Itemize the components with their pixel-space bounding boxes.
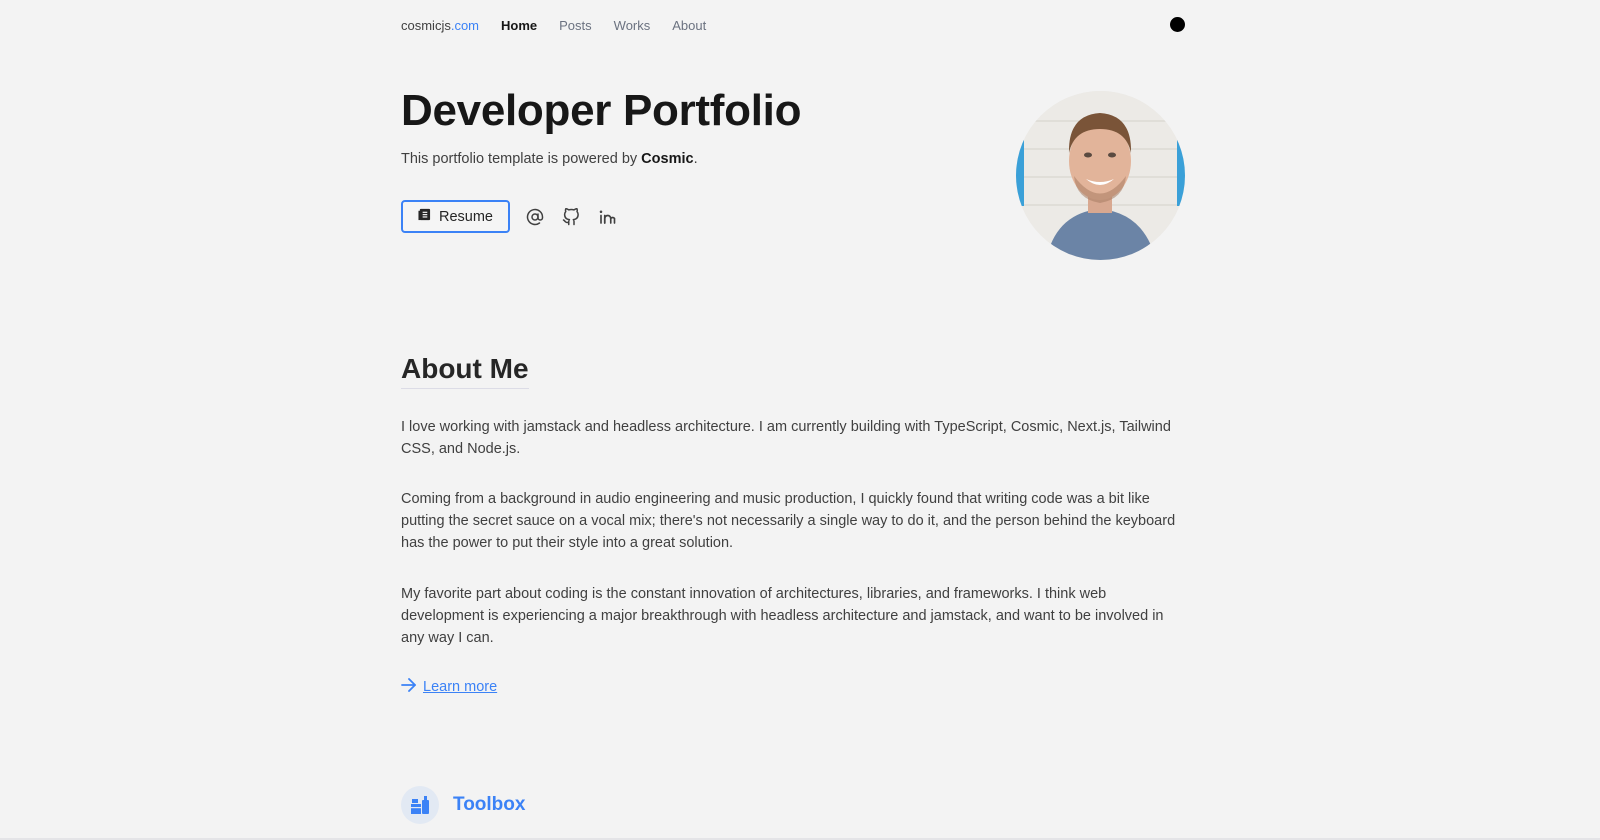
nav-works[interactable]: Works [614, 18, 651, 33]
toolbox-title: Toolbox [453, 794, 526, 815]
document-icon [418, 208, 431, 225]
resume-label: Resume [439, 208, 493, 225]
nav-posts[interactable]: Posts [559, 18, 592, 33]
cosmic-link[interactable]: Cosmic [641, 151, 693, 167]
about-paragraph: My favorite part about coding is the con… [401, 586, 1164, 646]
resume-button[interactable]: Resume [401, 200, 510, 233]
brand-tld: .com [450, 17, 480, 33]
top-nav: cosmicjs.com Home Posts Works About [401, 15, 1185, 35]
nav-home[interactable]: Home [501, 18, 537, 33]
about-paragraph: I love working with jamstack and headles… [401, 419, 1171, 457]
hero-subtitle: This portfolio template is powered by Co… [401, 151, 698, 167]
about-paragraph: Coming from a background in audio engine… [401, 491, 1176, 551]
toolbox-section-header: Toolbox [401, 786, 525, 824]
about-heading: About Me [401, 353, 529, 389]
avatar [1016, 91, 1185, 260]
nav-about[interactable]: About [672, 18, 706, 33]
learn-more-link[interactable]: Learn more [401, 678, 497, 696]
brand-link[interactable]: cosmicjs.com [401, 18, 479, 33]
brand-name: cosmicjs [401, 17, 451, 33]
at-sign-icon[interactable] [524, 206, 546, 228]
page-title: Developer Portfolio [401, 86, 802, 135]
subtitle-suffix: . [693, 151, 698, 167]
learn-more-label: Learn more [423, 679, 498, 695]
hero-actions: Resume [401, 200, 618, 233]
toolbox-icon [401, 786, 439, 824]
arrow-right-icon [401, 678, 417, 696]
github-icon[interactable] [560, 206, 582, 228]
subtitle-prefix: This portfolio template is powered by [401, 151, 642, 167]
theme-toggle-icon[interactable] [1170, 17, 1185, 32]
linkedin-icon[interactable] [596, 206, 618, 228]
